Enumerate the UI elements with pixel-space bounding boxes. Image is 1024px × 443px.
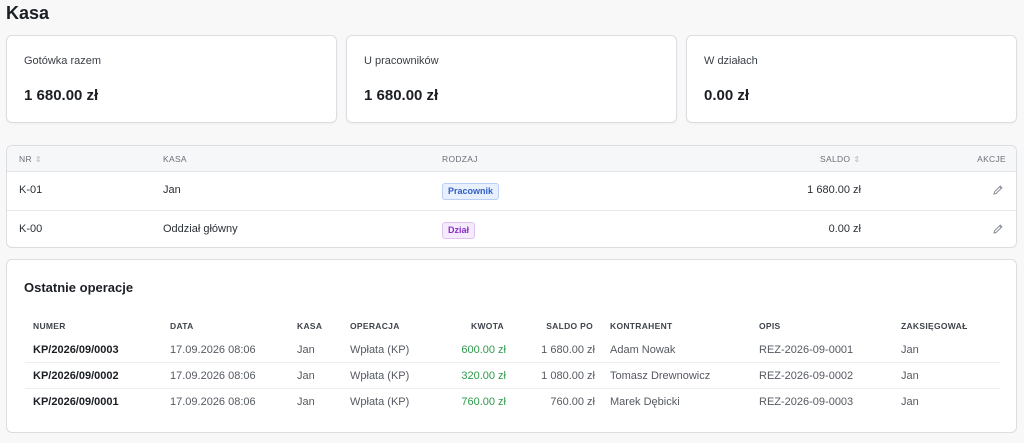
table-row[interactable]: K-00 Oddział główny Dział 0.00 zł (7, 210, 1016, 247)
summary-card-cash-total: Gotówka razem 1 680.00 zł (6, 35, 337, 123)
cell-numer: KP/2026/09/0003 (33, 344, 119, 356)
table-row[interactable]: KP/2026/09/0001 17.09.2026 08:06 Jan Wpł… (25, 389, 1000, 415)
cell-data: 17.09.2026 08:06 (170, 370, 256, 382)
cell-data: 17.09.2026 08:06 (170, 344, 256, 356)
table-row[interactable]: KP/2026/09/0003 17.09.2026 08:06 Jan Wpł… (25, 337, 1000, 363)
summary-value: 1 680.00 zł (364, 87, 439, 104)
column-header-nr[interactable]: NR ⇕ (19, 154, 42, 164)
cell-operacja: Wpłata (KP) (350, 396, 410, 408)
summary-card-departments: W działach 0.00 zł (686, 35, 1017, 123)
cell-saldo-po: 760.00 zł (550, 396, 595, 408)
pencil-icon[interactable] (992, 223, 1004, 235)
cell-saldo: 1 680.00 zł (807, 184, 861, 196)
recent-operations-panel: Ostatnie operacje NUMER DATA KASA OPERAC… (6, 259, 1017, 433)
cell-saldo-po: 1 080.00 zł (541, 370, 595, 382)
column-header-label: NR (19, 154, 32, 164)
table-header: NR ⇕ KASA RODZAJ SALDO ⇕ AKCJE (7, 146, 1016, 172)
column-header-zaksiegowal: ZAKSIĘGOWAŁ (901, 321, 968, 331)
column-header-saldo[interactable]: SALDO ⇕ (820, 154, 860, 164)
cell-operacja: Wpłata (KP) (350, 344, 410, 356)
cell-opis: REZ-2026-09-0001 (759, 344, 854, 356)
section-title: Ostatnie operacje (24, 280, 134, 295)
cell-saldo: 0.00 zł (828, 223, 861, 235)
cell-opis: REZ-2026-09-0003 (759, 396, 854, 408)
cell-zaksiegowal: Jan (901, 396, 919, 408)
summary-value: 0.00 zł (704, 87, 750, 104)
page-title: Kasa (6, 3, 50, 23)
cell-kontrahent: Adam Nowak (610, 344, 676, 356)
cell-opis: REZ-2026-09-0002 (759, 370, 854, 382)
column-header-kontrahent: KONTRAHENT (610, 321, 673, 331)
column-header-numer: NUMER (33, 321, 66, 331)
cell-kasa: Oddział główny (163, 223, 238, 235)
cell-kwota: 760.00 zł (461, 396, 506, 408)
cell-zaksiegowal: Jan (901, 344, 919, 356)
cell-kontrahent: Marek Dębicki (610, 396, 680, 408)
column-header-operacja: OPERACJA (350, 321, 400, 331)
cell-nr: K-01 (19, 184, 43, 196)
column-header-kasa: KASA (297, 321, 323, 331)
cell-kwota: 600.00 zł (461, 344, 506, 356)
column-header-label: SALDO (820, 154, 851, 164)
cell-numer: KP/2026/09/0002 (33, 370, 119, 382)
column-header-akcje: AKCJE (977, 154, 1006, 164)
column-header-data: DATA (170, 321, 194, 331)
table-row[interactable]: KP/2026/09/0002 17.09.2026 08:06 Jan Wpł… (25, 363, 1000, 389)
sort-icon[interactable]: ⇕ (35, 155, 42, 164)
kasa-table: NR ⇕ KASA RODZAJ SALDO ⇕ AKCJE K-01 Jan Pr… (6, 145, 1017, 248)
cell-data: 17.09.2026 08:06 (170, 396, 256, 408)
pencil-icon[interactable] (992, 184, 1004, 196)
column-header-saldo-po: SALDO PO (546, 321, 593, 331)
table-row[interactable]: K-01 Jan Pracownik 1 680.00 zł (7, 172, 1016, 210)
cell-kasa: Jan (297, 396, 315, 408)
cell-numer: KP/2026/09/0001 (33, 396, 119, 408)
summary-card-employees: U pracowników 1 680.00 zł (346, 35, 677, 123)
summary-label: U pracowników (364, 55, 439, 67)
cell-kasa: Jan (297, 370, 315, 382)
cell-zaksiegowal: Jan (901, 370, 919, 382)
sort-icon[interactable]: ⇕ (853, 155, 860, 164)
summary-label: W działach (704, 55, 758, 67)
summary-value: 1 680.00 zł (24, 87, 99, 104)
summary-label: Gotówka razem (24, 55, 102, 67)
cell-nr: K-00 (19, 223, 43, 235)
cell-kontrahent: Tomasz Drewnowicz (610, 370, 711, 382)
cell-kwota: 320.00 zł (461, 370, 506, 382)
type-badge: Pracownik (442, 183, 500, 200)
column-header-kasa: KASA (163, 154, 187, 164)
column-header-opis: OPIS (759, 321, 781, 331)
column-header-kwota: KWOTA (471, 321, 504, 331)
cell-kasa: Jan (297, 344, 315, 356)
cell-saldo-po: 1 680.00 zł (541, 344, 595, 356)
cell-operacja: Wpłata (KP) (350, 370, 410, 382)
cell-kasa: Jan (163, 184, 181, 196)
type-badge: Dział (442, 222, 476, 239)
column-header-rodzaj: RODZAJ (442, 154, 478, 164)
